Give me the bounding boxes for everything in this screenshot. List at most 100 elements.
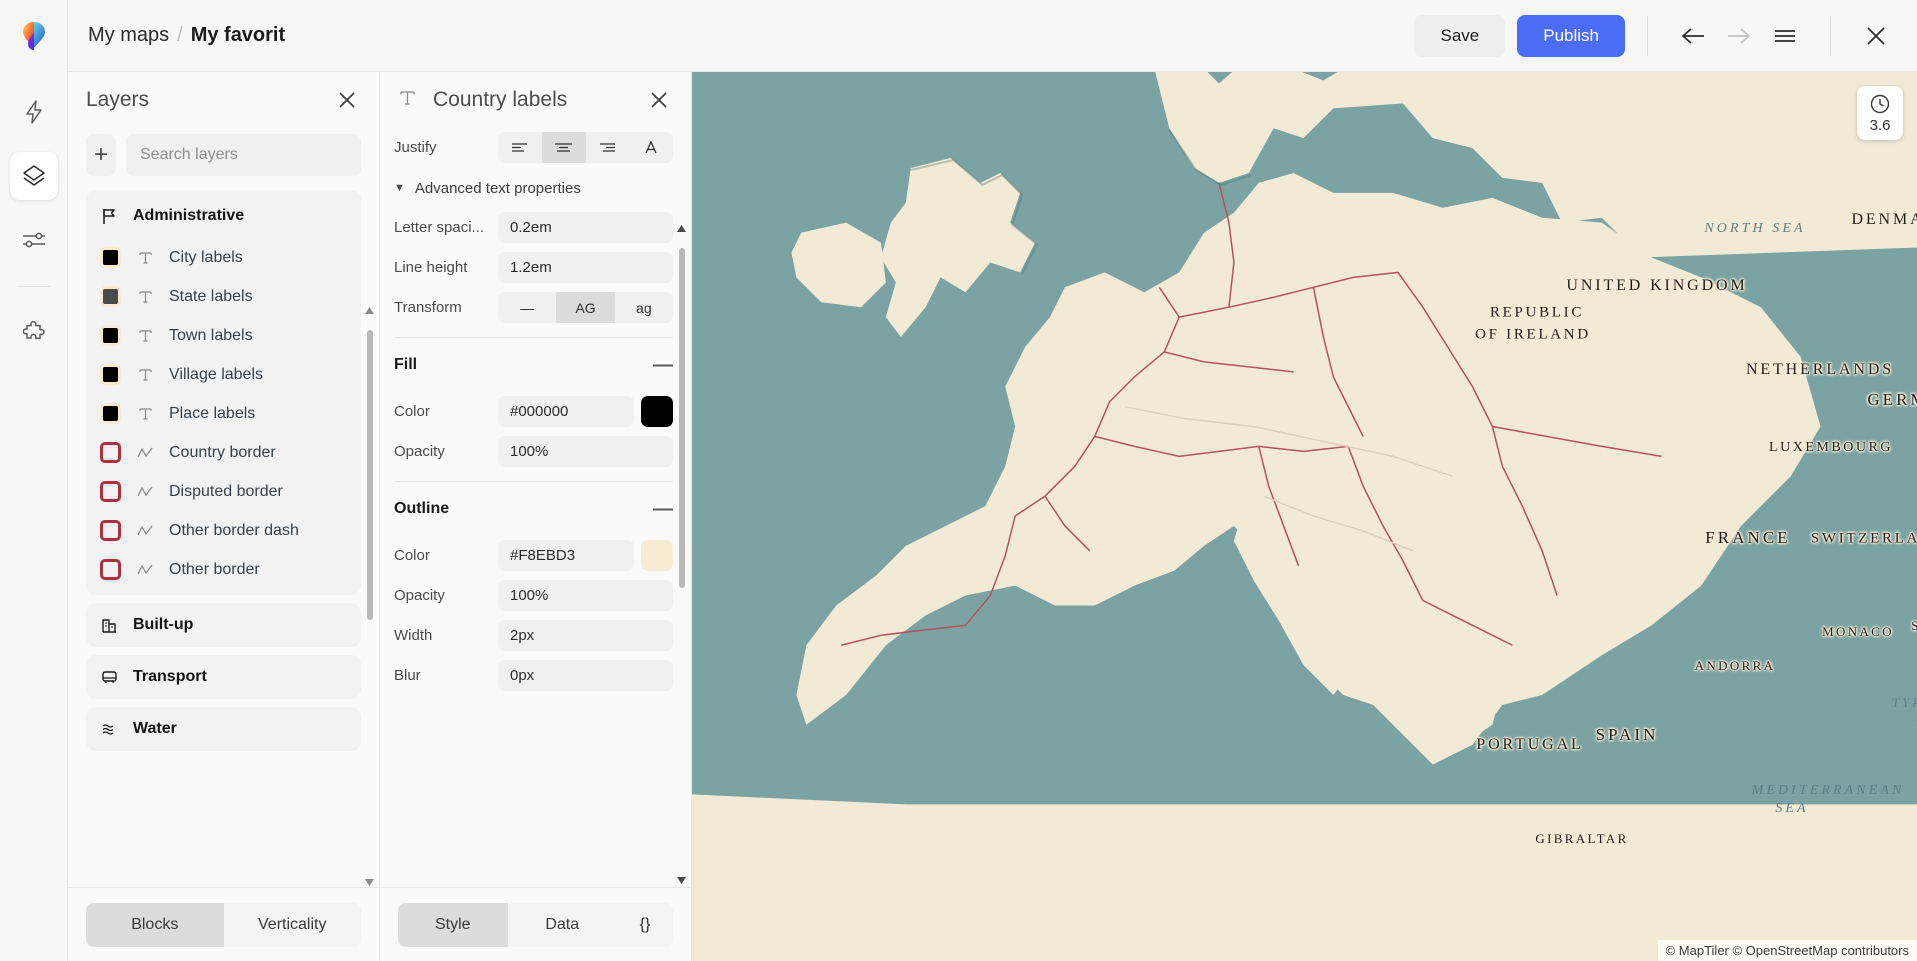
layer-color-swatch[interactable] xyxy=(100,442,121,463)
scroll-down-arrow[interactable] xyxy=(676,872,687,881)
tab-data[interactable]: Data xyxy=(508,903,618,947)
json-editor-button[interactable]: {} xyxy=(617,903,673,947)
property-row-line-height: Line height 1.2em xyxy=(394,248,673,287)
layer-group-transport: Transport xyxy=(86,655,361,699)
transform-none-button[interactable]: — xyxy=(498,292,556,323)
search-layers-input[interactable] xyxy=(126,134,361,176)
text-icon xyxy=(135,406,155,421)
properties-scroll-area[interactable]: Justify xyxy=(380,128,691,887)
layer-color-swatch[interactable] xyxy=(100,364,121,385)
outline-color-input[interactable]: #F8EBD3 xyxy=(498,540,634,571)
save-button[interactable]: Save xyxy=(1414,15,1505,57)
layer-row[interactable]: Country border xyxy=(86,433,361,472)
layer-group-header[interactable]: Water xyxy=(86,707,361,751)
app-logo[interactable] xyxy=(0,0,68,72)
rail-item-settings[interactable] xyxy=(10,216,58,264)
justify-segmented-control xyxy=(498,132,673,163)
layers-panel-close-button[interactable] xyxy=(333,86,361,114)
justify-right-button[interactable] xyxy=(586,132,630,163)
layer-row[interactable]: State labels xyxy=(86,277,361,316)
breadcrumb-parent[interactable]: My maps xyxy=(88,24,169,47)
map-vector-graphics xyxy=(692,72,1917,961)
align-right-icon xyxy=(598,141,617,154)
property-label: Justify xyxy=(394,139,498,156)
align-auto-a-icon xyxy=(643,140,659,155)
layer-row[interactable]: City labels xyxy=(86,238,361,277)
rail-item-plugins[interactable] xyxy=(10,309,58,357)
back-button[interactable] xyxy=(1670,13,1716,59)
outline-width-input[interactable]: 2px xyxy=(498,620,673,651)
scroll-down-arrow[interactable] xyxy=(364,874,375,883)
tab-verticality[interactable]: Verticality xyxy=(224,903,362,947)
layer-row[interactable]: Disputed border xyxy=(86,472,361,511)
layers-bottom-tabs: Blocks Verticality xyxy=(68,887,379,961)
outline-blur-input[interactable]: 0px xyxy=(498,660,673,691)
layers-list[interactable]: Administrative City labels xyxy=(68,190,379,887)
layer-color-swatch[interactable] xyxy=(100,286,121,307)
layer-color-swatch[interactable] xyxy=(100,481,121,502)
layer-row[interactable]: Village labels xyxy=(86,355,361,394)
divider xyxy=(1830,16,1831,56)
tab-blocks[interactable]: Blocks xyxy=(86,903,224,947)
puzzle-piece-icon xyxy=(21,320,47,346)
justify-center-button[interactable] xyxy=(542,132,586,163)
forward-button[interactable] xyxy=(1716,13,1762,59)
layer-color-swatch[interactable] xyxy=(100,247,121,268)
layer-label: State labels xyxy=(169,288,253,306)
layer-row[interactable]: Other border dash xyxy=(86,511,361,550)
menu-button[interactable] xyxy=(1762,13,1808,59)
transform-uppercase-button[interactable]: AG xyxy=(556,292,614,323)
layer-group-header[interactable]: Transport xyxy=(86,655,361,699)
properties-panel-title: Country labels xyxy=(433,88,629,112)
fill-collapse-button[interactable]: — xyxy=(653,355,673,375)
layer-row[interactable]: Place labels xyxy=(86,394,361,433)
advanced-text-properties-toggle[interactable]: ▼ Advanced text properties xyxy=(394,168,673,208)
outline-color-swatch[interactable] xyxy=(641,540,673,571)
property-label: Opacity xyxy=(394,587,498,604)
layer-row[interactable]: Town labels xyxy=(86,316,361,355)
text-icon xyxy=(135,328,155,343)
layer-label: Other border xyxy=(169,561,260,579)
rail-item-layers[interactable] xyxy=(10,152,58,200)
properties-panel-close-button[interactable] xyxy=(645,86,673,114)
outline-opacity-input[interactable]: 100% xyxy=(498,580,673,611)
outline-collapse-button[interactable]: — xyxy=(653,499,673,519)
justify-left-button[interactable] xyxy=(498,132,542,163)
fill-section-title: Fill xyxy=(394,356,417,374)
layers-scrollbar-thumb[interactable] xyxy=(367,330,373,620)
layer-label: Disputed border xyxy=(169,483,283,501)
scroll-up-arrow[interactable] xyxy=(676,220,687,229)
justify-auto-button[interactable] xyxy=(629,132,673,163)
scroll-up-arrow[interactable] xyxy=(364,302,375,311)
letter-spacing-input[interactable]: 0.2em xyxy=(498,212,673,243)
layer-group-header[interactable]: Built-up xyxy=(86,603,361,647)
publish-button[interactable]: Publish xyxy=(1517,15,1625,57)
map-canvas[interactable]: UNITED KINGDOM REPUBLIC OF IRELAND DENMA… xyxy=(692,72,1917,961)
layer-group-water: Water xyxy=(86,707,361,751)
line-height-input[interactable]: 1.2em xyxy=(498,252,673,283)
lightning-bolt-icon xyxy=(22,99,46,125)
layer-color-swatch[interactable] xyxy=(100,325,121,346)
breadcrumb-separator: / xyxy=(177,24,183,47)
layer-color-swatch[interactable] xyxy=(100,559,121,580)
layer-color-swatch[interactable] xyxy=(100,403,121,424)
fill-color-swatch[interactable] xyxy=(641,396,673,427)
layer-group-label: Administrative xyxy=(133,207,244,225)
layer-group-header[interactable]: Administrative xyxy=(86,194,361,238)
tab-style[interactable]: Style xyxy=(398,903,508,947)
rail-item-effects[interactable] xyxy=(10,88,58,136)
chevron-down-icon: ▼ xyxy=(394,182,405,194)
add-layer-button[interactable]: + xyxy=(86,134,116,176)
layer-row[interactable]: Other border xyxy=(86,550,361,589)
fill-color-input[interactable]: #000000 xyxy=(498,396,634,427)
property-label: Blur xyxy=(394,667,498,684)
map-attribution[interactable]: © MapTiler © OpenStreetMap contributors xyxy=(1658,940,1917,961)
properties-scrollbar-thumb[interactable] xyxy=(679,248,685,588)
zoom-level-widget[interactable]: 3.6 xyxy=(1857,86,1903,140)
layer-label: Town labels xyxy=(169,327,253,345)
close-window-button[interactable] xyxy=(1853,13,1899,59)
fill-opacity-input[interactable]: 100% xyxy=(498,436,673,467)
transform-lowercase-button[interactable]: ag xyxy=(615,292,673,323)
zoom-level-value: 3.6 xyxy=(1870,117,1891,134)
layer-color-swatch[interactable] xyxy=(100,520,121,541)
